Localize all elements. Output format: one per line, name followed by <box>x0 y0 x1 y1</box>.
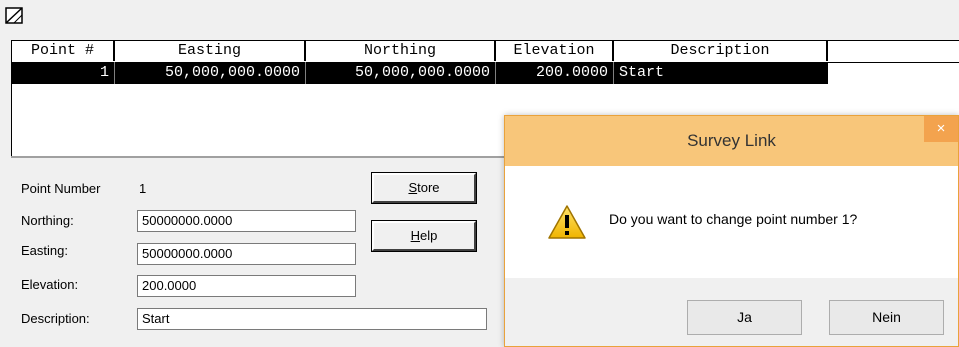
col-northing[interactable]: Northing <box>306 41 496 61</box>
cell-northing: 50,000,000.0000 <box>306 62 496 84</box>
northing-field[interactable]: 50000000.0000 <box>137 210 356 232</box>
easting-field[interactable]: 50000000.0000 <box>137 243 356 265</box>
col-point-number[interactable]: Point # <box>12 41 115 61</box>
grid-header: Point # Easting Northing Elevation Descr… <box>12 41 959 63</box>
dialog-button-bar: Ja Nein <box>505 278 958 346</box>
point-number-label: Point Number <box>21 181 101 196</box>
yes-button[interactable]: Ja <box>687 300 802 335</box>
elevation-label: Elevation: <box>21 277 79 292</box>
col-easting[interactable]: Easting <box>115 41 306 61</box>
dialog-body: Do you want to change point number 1? <box>505 166 958 278</box>
dialog-title: Survey Link <box>687 131 776 150</box>
help-button-label: elp <box>420 228 438 243</box>
point-edit-form: Point Number 1 Northing: 50000000.0000 E… <box>11 158 531 347</box>
app-icon[interactable] <box>4 4 32 28</box>
easting-label: Easting: <box>21 243 68 258</box>
northing-label: Northing: <box>21 213 74 228</box>
confirm-dialog: Survey Link × Do you want to change poin… <box>504 115 959 347</box>
cell-easting: 50,000,000.0000 <box>115 62 306 84</box>
close-icon[interactable]: × <box>924 116 958 142</box>
col-description[interactable]: Description <box>614 41 828 61</box>
dialog-titlebar[interactable]: Survey Link × <box>505 116 958 166</box>
col-elevation[interactable]: Elevation <box>496 41 614 61</box>
cell-elevation: 200.0000 <box>496 62 614 84</box>
elevation-field[interactable]: 200.0000 <box>137 275 356 297</box>
table-row[interactable]: 1 50,000,000.0000 50,000,000.0000 200.00… <box>12 62 828 84</box>
cell-description: Start <box>619 64 665 81</box>
description-label: Description: <box>21 311 90 326</box>
warning-icon <box>547 204 587 240</box>
dialog-message: Do you want to change point number 1? <box>609 211 858 227</box>
toolbar <box>0 0 959 40</box>
store-button-mnemonic: S <box>408 180 418 195</box>
help-button[interactable]: Help <box>371 220 477 252</box>
store-button[interactable]: Store <box>371 172 477 204</box>
description-field[interactable]: Start <box>137 308 487 330</box>
store-button-label: tore <box>417 180 440 195</box>
point-number-value: 1 <box>139 181 147 196</box>
main-window: Point # Easting Northing Elevation Descr… <box>0 0 959 347</box>
no-button[interactable]: Nein <box>829 300 944 335</box>
help-button-mnemonic: H <box>410 228 421 243</box>
cell-point-number: 1 <box>12 62 115 84</box>
